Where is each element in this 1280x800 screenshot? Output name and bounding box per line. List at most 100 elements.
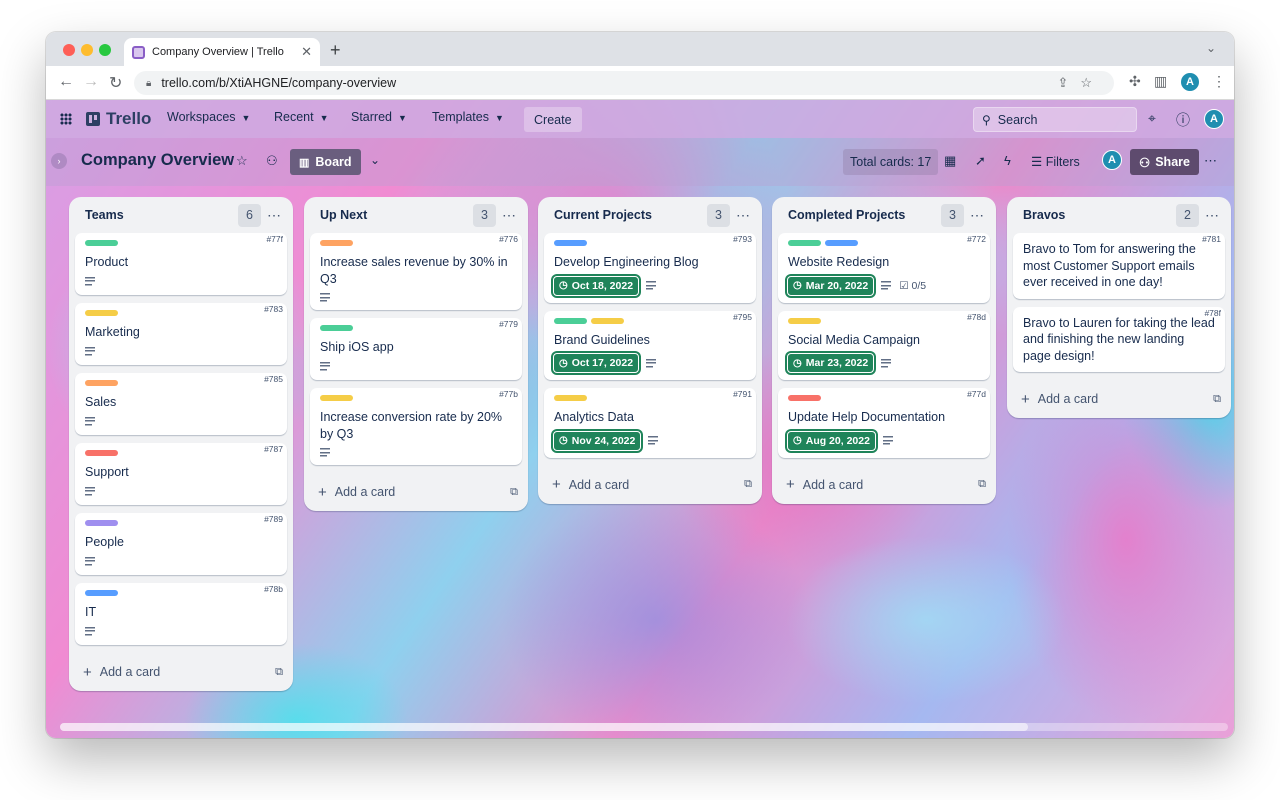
- minimize-window-button[interactable]: [81, 44, 93, 56]
- menu-templates[interactable]: Templates ▼: [432, 110, 504, 124]
- card-template-icon[interactable]: ⧉: [978, 478, 986, 491]
- card[interactable]: #795 Brand Guidelines ◷ Oct 17, 2022: [544, 310, 756, 380]
- label-green[interactable]: [554, 317, 587, 324]
- label-red[interactable]: [788, 395, 821, 401]
- horizontal-scrollbar[interactable]: [60, 723, 1228, 731]
- visibility-icon[interactable]: ⚇: [266, 153, 278, 169]
- views-chevron-icon[interactable]: ⌄: [370, 153, 380, 167]
- list-bravos[interactable]: Bravos 2 ⋯ #781 Bravo to Tom for answering t…: [1007, 197, 1231, 418]
- card[interactable]: #78d Social Media Campaign ◷ Mar 23, 2022: [778, 310, 990, 380]
- due-date-badge[interactable]: ◷ Mar 20, 2022: [786, 275, 875, 296]
- label-green[interactable]: [788, 240, 821, 246]
- board-member-avatar[interactable]: A: [1102, 150, 1122, 170]
- card-labels[interactable]: [85, 450, 277, 456]
- label-blue[interactable]: [85, 590, 118, 596]
- board-menu-icon[interactable]: ⋯: [1204, 153, 1217, 169]
- list-current-projects[interactable]: Current Projects 3 ⋯ #793 Develop Engineerin…: [538, 197, 762, 504]
- trello-logo[interactable]: Trello: [86, 109, 151, 129]
- add-card-button[interactable]: + Add a card ⧉: [772, 466, 996, 504]
- label-yellow[interactable]: [554, 395, 587, 401]
- card-labels[interactable]: [85, 240, 277, 246]
- list-header[interactable]: Bravos 2 ⋯: [1007, 197, 1231, 233]
- list-header[interactable]: Current Projects 3 ⋯: [538, 197, 762, 233]
- card-labels[interactable]: [554, 240, 746, 246]
- new-tab-button[interactable]: +: [330, 40, 341, 61]
- list-up-next[interactable]: Up Next 3 ⋯ #776 Increase sales revenue by 3…: [304, 197, 528, 511]
- card[interactable]: #781 Bravo to Tom for answering the most …: [1013, 233, 1225, 299]
- tab-close-icon[interactable]: ✕: [301, 44, 312, 60]
- card-labels[interactable]: [554, 395, 746, 401]
- due-date-badge[interactable]: ◷ Aug 20, 2022: [787, 430, 876, 451]
- list-menu-icon[interactable]: ⋯: [730, 207, 756, 224]
- list-header[interactable]: Up Next 3 ⋯: [304, 197, 528, 233]
- card-template-icon[interactable]: ⧉: [275, 666, 283, 679]
- card-labels[interactable]: [554, 317, 746, 324]
- card[interactable]: #787 Support: [75, 443, 287, 505]
- browser-tab[interactable]: Company Overview | Trello ✕: [124, 38, 320, 66]
- card-template-icon[interactable]: ⧉: [510, 486, 518, 499]
- forward-icon[interactable]: →: [83, 73, 99, 91]
- scrollbar-thumb[interactable]: [60, 723, 1028, 731]
- add-card-button[interactable]: + Add a card ⧉: [1007, 380, 1231, 418]
- due-date-badge[interactable]: ◷ Nov 24, 2022: [552, 430, 642, 451]
- card[interactable]: #789 People: [75, 513, 287, 575]
- due-date-badge[interactable]: ◷ Mar 23, 2022: [786, 353, 875, 373]
- extensions-icon[interactable]: ✣: [1129, 73, 1141, 90]
- automation-icon[interactable]: ϟ: [1004, 153, 1011, 168]
- menu-workspaces[interactable]: Workspaces ▼: [167, 110, 250, 124]
- due-date-badge[interactable]: ◷ Oct 18, 2022: [552, 275, 640, 296]
- card[interactable]: #785 Sales: [75, 373, 287, 435]
- list-menu-icon[interactable]: ⋯: [496, 207, 522, 224]
- card-labels[interactable]: [320, 240, 512, 246]
- reload-icon[interactable]: ↻: [109, 73, 122, 93]
- list-completed-projects[interactable]: Completed Projects 3 ⋯ #772 Website Redesign…: [772, 197, 996, 504]
- card-labels[interactable]: [85, 310, 277, 316]
- card[interactable]: #793 Develop Engineering Blog ◷ Oct 18, 202…: [544, 233, 756, 303]
- card-labels[interactable]: [320, 395, 512, 401]
- label-blue[interactable]: [825, 240, 858, 246]
- card[interactable]: #78b IT: [75, 583, 287, 645]
- create-button[interactable]: Create: [524, 107, 582, 132]
- card-template-icon[interactable]: ⧉: [1213, 393, 1221, 406]
- card[interactable]: #78f Bravo to Lauren for taking the lead …: [1013, 306, 1225, 372]
- add-card-button[interactable]: + Add a card ⧉: [304, 473, 528, 511]
- list-menu-icon[interactable]: ⋯: [964, 207, 990, 224]
- card-labels[interactable]: [85, 520, 277, 526]
- board-title[interactable]: Company Overview: [81, 151, 234, 170]
- card-labels[interactable]: [85, 590, 277, 596]
- card[interactable]: #77d Update Help Documentation ◷ Aug 20, 20…: [778, 388, 990, 458]
- filters-button[interactable]: ☰ Filters: [1031, 154, 1080, 169]
- account-avatar[interactable]: A: [1204, 109, 1224, 129]
- card-labels[interactable]: [788, 395, 980, 401]
- browser-menu-icon[interactable]: ⋮: [1212, 73, 1226, 90]
- list-title[interactable]: Current Projects: [554, 208, 707, 222]
- app-switcher-icon[interactable]: [60, 113, 72, 125]
- url-field[interactable]: 🔒︎ trello.com/b/XtiAHGNE/company-overvie…: [134, 71, 1114, 95]
- card[interactable]: #783 Marketing: [75, 303, 287, 365]
- list-menu-icon[interactable]: ⋯: [261, 207, 287, 224]
- list-title[interactable]: Teams: [85, 208, 238, 222]
- label-purple[interactable]: [85, 520, 118, 526]
- add-card-button[interactable]: + Add a card ⧉: [69, 653, 293, 691]
- menu-starred[interactable]: Starred ▼: [351, 110, 407, 124]
- list-title[interactable]: Completed Projects: [788, 208, 941, 222]
- tab-search-chevron-icon[interactable]: ⌄: [1206, 41, 1216, 55]
- card-labels[interactable]: [320, 325, 512, 331]
- menu-recent[interactable]: Recent ▼: [274, 110, 329, 124]
- label-yellow[interactable]: [320, 395, 353, 401]
- sidepanel-icon[interactable]: ▥: [1154, 73, 1167, 90]
- add-card-button[interactable]: + Add a card ⧉: [538, 466, 762, 504]
- card-labels[interactable]: [788, 240, 980, 246]
- board-view-button[interactable]: ▥ Board: [290, 149, 361, 175]
- card[interactable]: #772 Website Redesign ◷ Mar 20, 2022 ☑ 0/5: [778, 233, 990, 303]
- label-green[interactable]: [85, 240, 118, 246]
- card[interactable]: #779 Ship iOS app: [310, 318, 522, 380]
- share-button[interactable]: ⚇ Share: [1130, 149, 1199, 175]
- list-header[interactable]: Completed Projects 3 ⋯: [772, 197, 996, 233]
- notifications-icon[interactable]: ⌖: [1148, 110, 1156, 127]
- search-input[interactable]: ⚲ Search: [973, 107, 1137, 132]
- label-orange[interactable]: [320, 240, 353, 246]
- label-orange[interactable]: [85, 380, 118, 386]
- calendar-icon[interactable]: ▦: [944, 153, 956, 169]
- list-title[interactable]: Bravos: [1023, 208, 1176, 222]
